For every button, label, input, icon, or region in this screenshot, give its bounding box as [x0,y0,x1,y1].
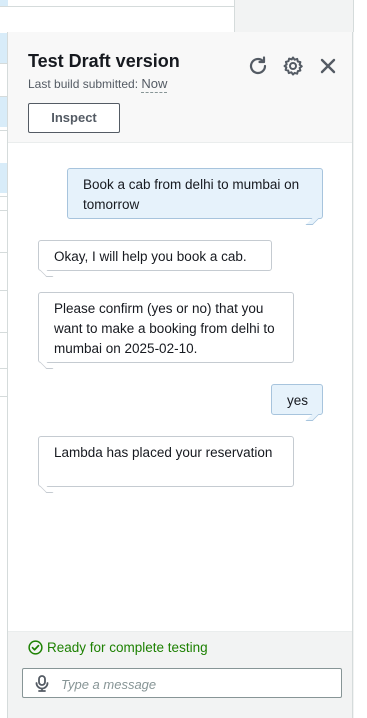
panel-header: Test Draft version Last build submitted:… [8,32,352,143]
panel-title: Test Draft version [28,51,180,71]
chat-transcript: Book a cab from delhi to mumbai on tomor… [8,143,352,631]
inspect-button[interactable]: Inspect [28,103,120,133]
status-indicator: Ready for complete testing [28,640,208,655]
build-label: Last build submitted: [28,77,139,91]
message-input[interactable] [59,673,333,695]
message-text: Okay, I will help you book a cab. [54,249,247,264]
message-bot: Okay, I will help you book a cab. [38,240,272,277]
status-text: Ready for complete testing [47,640,208,655]
message-text: yes [287,393,309,408]
panel-footer: Ready for complete testing [8,631,352,718]
gear-icon[interactable] [282,55,304,77]
build-time[interactable]: Now [141,76,168,93]
build-status: Last build submitted: Now [28,76,168,93]
message-text: Book a cab from delhi to mumbai on tomor… [83,177,300,212]
background-strip [354,0,367,718]
message-user: yes [271,384,323,421]
background-side-area [235,0,354,32]
refresh-icon[interactable] [247,55,269,77]
message-bot: Lambda has placed your reservation [38,436,294,493]
message-user: Book a cab from delhi to mumbai on tomor… [67,168,323,225]
message-text: Lambda has placed your reservation [54,445,273,460]
check-circle-icon [28,640,43,655]
close-icon[interactable] [317,55,339,77]
message-text: Please confirm (yes or no) that you want… [54,301,275,356]
message-input-box[interactable] [22,668,342,698]
message-bot: Please confirm (yes or no) that you want… [38,292,294,369]
test-bot-panel: Test Draft version Last build submitted:… [7,32,353,718]
microphone-icon[interactable] [35,675,49,692]
